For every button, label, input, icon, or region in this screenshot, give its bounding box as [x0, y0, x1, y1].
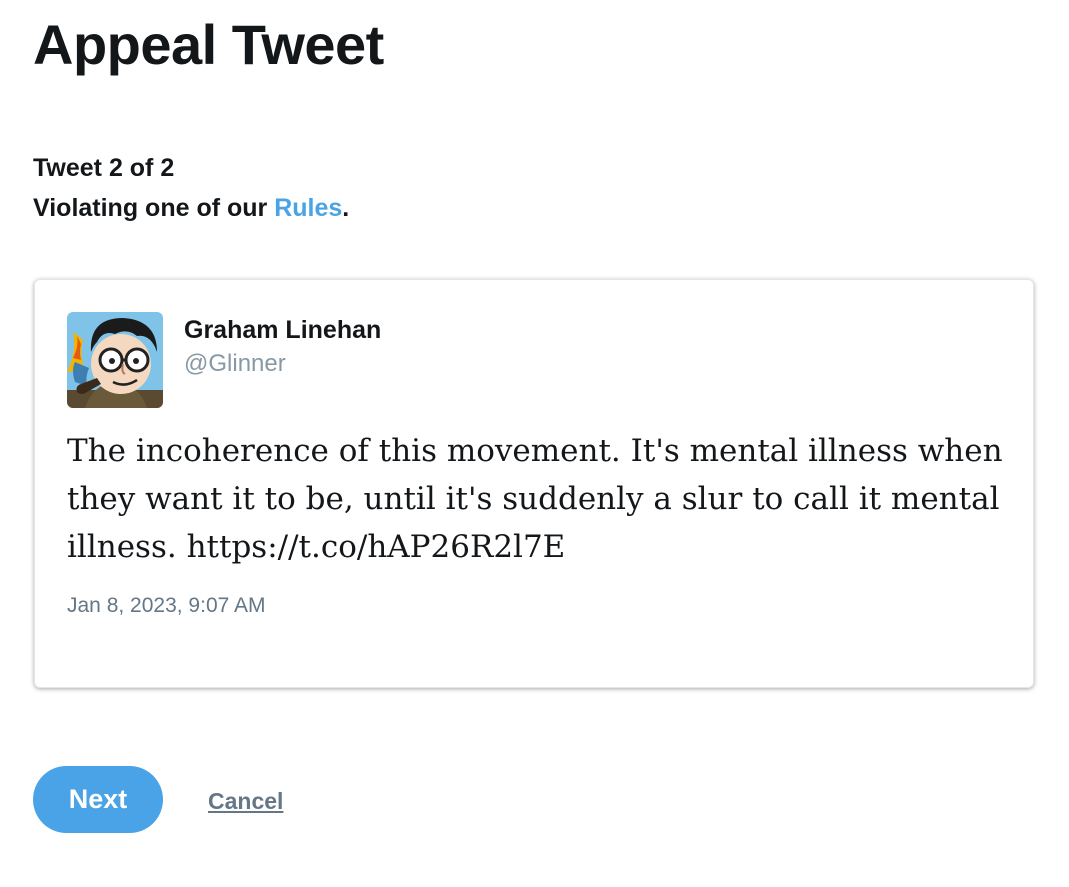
tweet-timestamp: Jan 8, 2023, 9:07 AM: [67, 594, 266, 617]
rules-link[interactable]: Rules: [274, 194, 342, 222]
page-title: Appeal Tweet: [33, 13, 384, 76]
cancel-link[interactable]: Cancel: [208, 785, 283, 817]
violation-text: Violating one of our: [33, 194, 275, 222]
appeal-meta: Tweet 2 of 2 Violating one of our Rules.: [33, 148, 349, 228]
tweet-card: Graham Linehan @Glinner The incoherence …: [34, 279, 1034, 688]
cartoon-avatar-icon: [67, 312, 163, 408]
tweet-counter: Tweet 2 of 2: [33, 154, 175, 182]
violation-period: .: [342, 194, 350, 222]
tweet-text: The incoherence of this movement. It's m…: [67, 433, 1003, 565]
author-name: Graham Linehan: [184, 316, 382, 344]
violation-reason: Violating one of our Rules.: [33, 188, 349, 228]
author-handle: @Glinner: [184, 350, 286, 377]
next-button[interactable]: Next: [33, 766, 163, 833]
